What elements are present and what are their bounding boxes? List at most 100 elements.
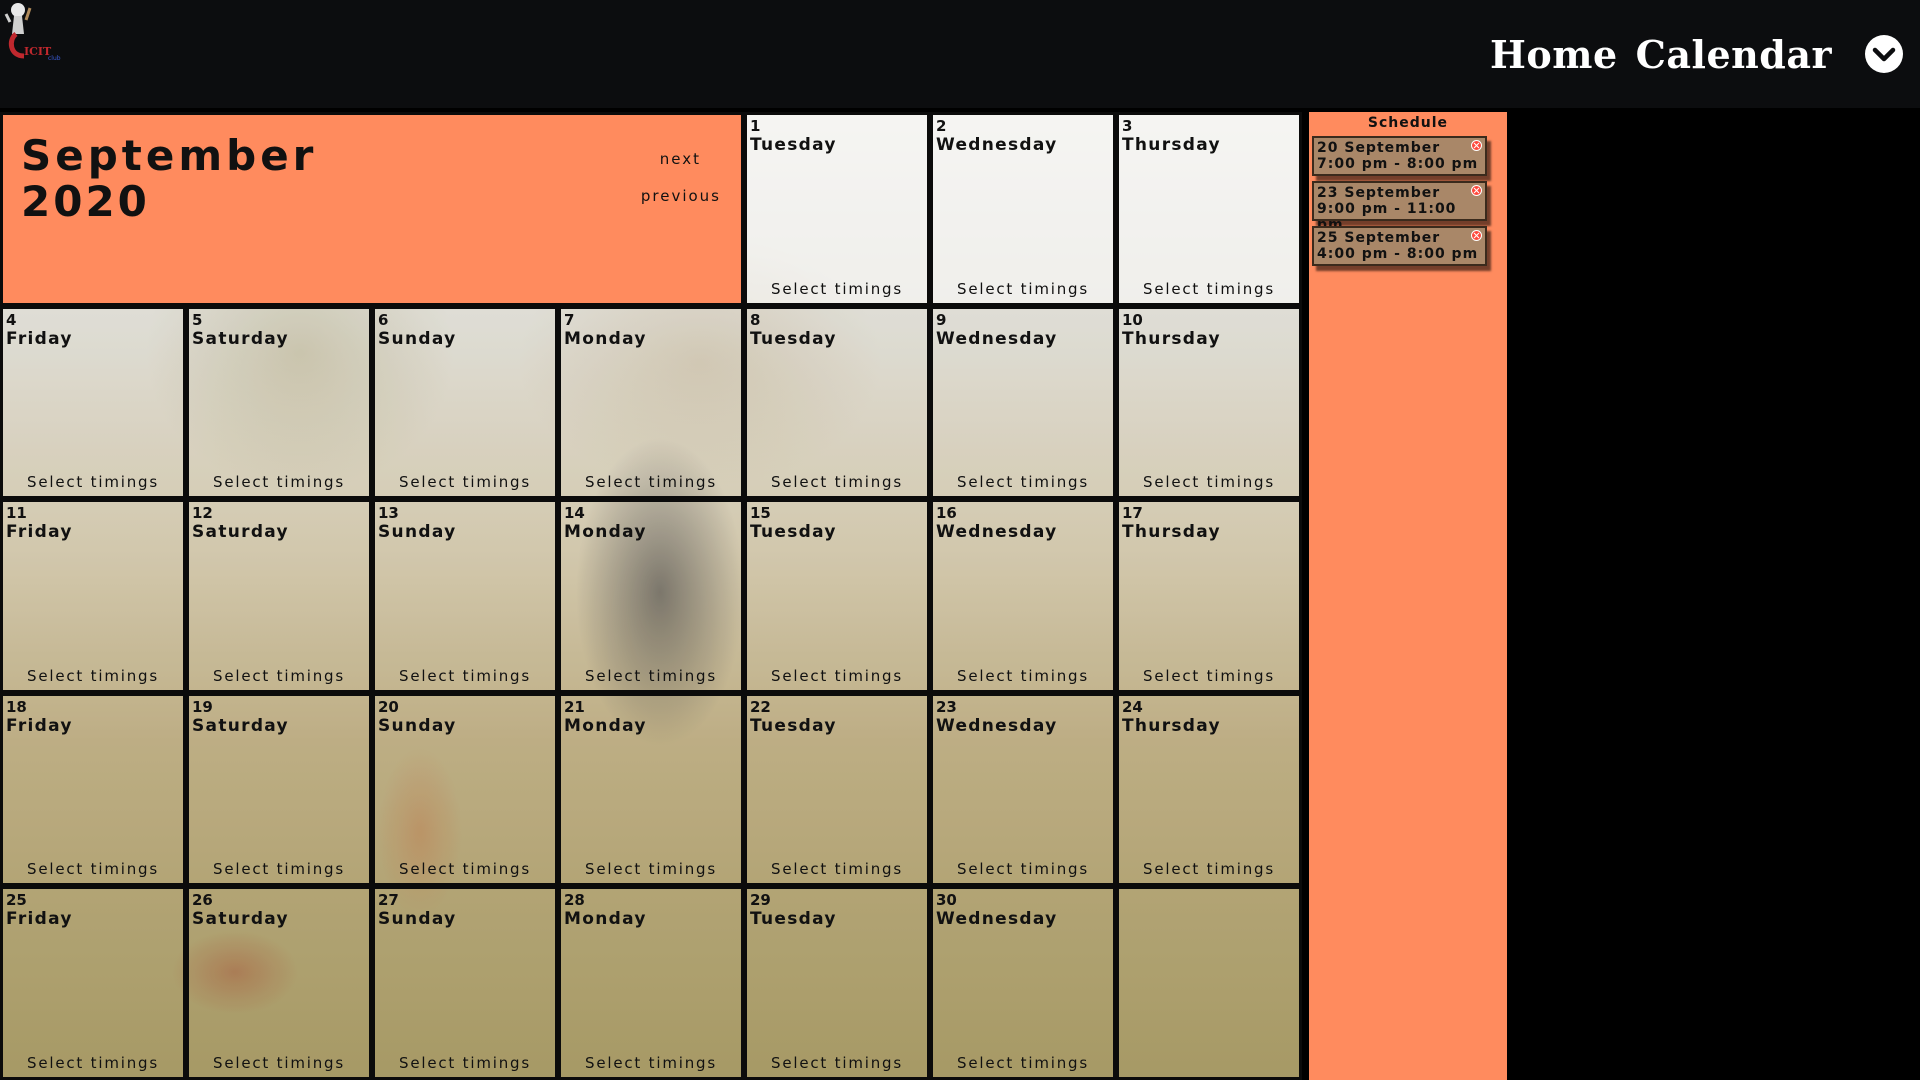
day-cell[interactable]: 19 Saturday Select timings <box>186 692 372 887</box>
day-number: 13 <box>378 504 399 523</box>
day-cell[interactable]: 23 Wednesday Select timings <box>930 692 1116 887</box>
cricket-logo-icon[interactable]: ICIT club <box>4 0 74 70</box>
day-number: 16 <box>936 504 957 523</box>
day-cell[interactable]: 24 Thursday Select timings <box>1116 692 1302 887</box>
schedule-item[interactable]: 23 September 9:00 pm - 11:00 pm <box>1312 181 1487 233</box>
select-timings-button[interactable]: Select timings <box>1119 473 1299 491</box>
select-timings-button[interactable]: Select timings <box>747 473 927 491</box>
day-name: Friday <box>6 328 73 349</box>
select-timings-button[interactable]: Select timings <box>561 667 741 685</box>
day-name: Monday <box>564 715 647 736</box>
day-name: Friday <box>6 715 73 736</box>
day-cell[interactable]: 11 Friday Select timings <box>0 499 186 693</box>
day-cell[interactable]: 1 Tuesday Select timings <box>744 112 930 306</box>
day-name: Tuesday <box>750 328 837 349</box>
day-cell[interactable]: 4 Friday Select timings <box>0 305 186 500</box>
select-timings-button[interactable]: Select timings <box>375 860 555 878</box>
select-timings-button[interactable]: Select timings <box>3 473 183 491</box>
day-cell[interactable]: 22 Tuesday Select timings <box>744 692 930 887</box>
day-number: 3 <box>1122 117 1133 135</box>
empty-day-cell <box>1116 886 1302 1080</box>
day-name: Saturday <box>192 909 289 930</box>
day-cell[interactable]: 17 Thursday Select timings <box>1116 499 1302 693</box>
previous-month-link[interactable]: previous <box>641 187 721 205</box>
day-cell[interactable]: 7 Monday Select timings <box>558 305 744 500</box>
day-name: Monday <box>564 522 647 543</box>
schedule-item[interactable]: 25 September 4:00 pm - 8:00 pm <box>1312 226 1487 266</box>
schedule-item-date: 23 September <box>1317 185 1441 201</box>
select-timings-button[interactable]: Select timings <box>561 860 741 878</box>
select-timings-button[interactable]: Select timings <box>189 667 369 685</box>
select-timings-button[interactable]: Select timings <box>189 860 369 878</box>
day-name: Thursday <box>1122 135 1221 155</box>
select-timings-button[interactable]: Select timings <box>3 1054 183 1072</box>
day-cell[interactable]: 12 Saturday Select timings <box>186 499 372 693</box>
day-cell[interactable]: 30 Wednesday Select timings <box>930 886 1116 1080</box>
day-cell[interactable]: 10 Thursday Select timings <box>1116 305 1302 500</box>
day-number: 21 <box>564 697 585 716</box>
chevron-down-circle-icon[interactable] <box>1864 34 1904 74</box>
select-timings-button[interactable]: Select timings <box>747 280 927 298</box>
next-month-link[interactable]: next <box>660 150 701 168</box>
day-cell[interactable]: 18 Friday Select timings <box>0 692 186 887</box>
day-cell[interactable]: 13 Sunday Select timings <box>372 499 558 693</box>
day-cell[interactable]: 9 Wednesday Select timings <box>930 305 1116 500</box>
day-name: Tuesday <box>750 715 837 736</box>
day-cell[interactable]: 15 Tuesday Select timings <box>744 499 930 693</box>
select-timings-button[interactable]: Select timings <box>933 860 1113 878</box>
day-cell[interactable]: 27 Sunday Select timings <box>372 886 558 1080</box>
nav-calendar-link[interactable]: Calendar <box>1636 32 1832 77</box>
day-cell[interactable]: 20 Sunday Select timings <box>372 692 558 887</box>
close-circle-icon[interactable] <box>1471 185 1482 196</box>
select-timings-button[interactable]: Select timings <box>3 667 183 685</box>
select-timings-button[interactable]: Select timings <box>933 667 1113 685</box>
day-number: 9 <box>936 310 947 329</box>
day-cell[interactable]: 16 Wednesday Select timings <box>930 499 1116 693</box>
select-timings-button[interactable]: Select timings <box>933 473 1113 491</box>
schedule-title: Schedule <box>1367 115 1449 131</box>
select-timings-button[interactable]: Select timings <box>747 860 927 878</box>
day-name: Wednesday <box>936 522 1058 543</box>
select-timings-button[interactable]: Select timings <box>933 280 1113 298</box>
day-name: Wednesday <box>936 909 1058 930</box>
day-number: 6 <box>378 310 389 329</box>
select-timings-button[interactable]: Select timings <box>1119 860 1299 878</box>
day-cell[interactable]: 14 Monday Select timings <box>558 499 744 693</box>
select-timings-button[interactable]: Select timings <box>3 860 183 878</box>
select-timings-button[interactable]: Select timings <box>375 667 555 685</box>
day-cell[interactable]: 28 Monday Select timings <box>558 886 744 1080</box>
select-timings-button[interactable]: Select timings <box>747 1054 927 1072</box>
day-cell[interactable]: 2 Wednesday Select timings <box>930 112 1116 306</box>
select-timings-button[interactable]: Select timings <box>561 473 741 491</box>
day-cell[interactable]: 5 Saturday Select timings <box>186 305 372 500</box>
day-cell[interactable]: 26 Saturday Select timings <box>186 886 372 1080</box>
select-timings-button[interactable]: Select timings <box>747 667 927 685</box>
day-cell[interactable]: 25 Friday Select timings <box>0 886 186 1080</box>
select-timings-button[interactable]: Select timings <box>189 1054 369 1072</box>
day-name: Wednesday <box>936 135 1058 155</box>
day-cell[interactable]: 29 Tuesday Select timings <box>744 886 930 1080</box>
schedule-item[interactable]: 20 September 7:00 pm - 8:00 pm <box>1312 136 1487 176</box>
schedule-list: 20 September 7:00 pm - 8:00 pm 23 Septembe… <box>1309 136 1507 266</box>
day-number: 20 <box>378 697 399 716</box>
select-timings-button[interactable]: Select timings <box>561 1054 741 1072</box>
select-timings-button[interactable]: Select timings <box>933 1054 1113 1072</box>
close-circle-icon[interactable] <box>1471 140 1482 151</box>
day-cell[interactable]: 3 Thursday Select timings <box>1116 112 1302 306</box>
select-timings-button[interactable]: Select timings <box>375 473 555 491</box>
month-name: September <box>21 131 318 180</box>
select-timings-button[interactable]: Select timings <box>1119 280 1299 298</box>
day-number: 18 <box>6 697 27 716</box>
day-cell[interactable]: 6 Sunday Select timings <box>372 305 558 500</box>
day-cell[interactable]: 21 Monday Select timings <box>558 692 744 887</box>
select-timings-button[interactable]: Select timings <box>375 1054 555 1072</box>
day-name: Thursday <box>1122 522 1221 543</box>
day-name: Friday <box>6 909 73 930</box>
select-timings-button[interactable]: Select timings <box>1119 667 1299 685</box>
close-circle-icon[interactable] <box>1471 230 1482 241</box>
select-timings-button[interactable]: Select timings <box>189 473 369 491</box>
day-number: 5 <box>192 310 203 329</box>
day-cell[interactable]: 8 Tuesday Select timings <box>744 305 930 500</box>
day-number: 17 <box>1122 504 1143 523</box>
nav-home-link[interactable]: Home <box>1490 32 1618 77</box>
